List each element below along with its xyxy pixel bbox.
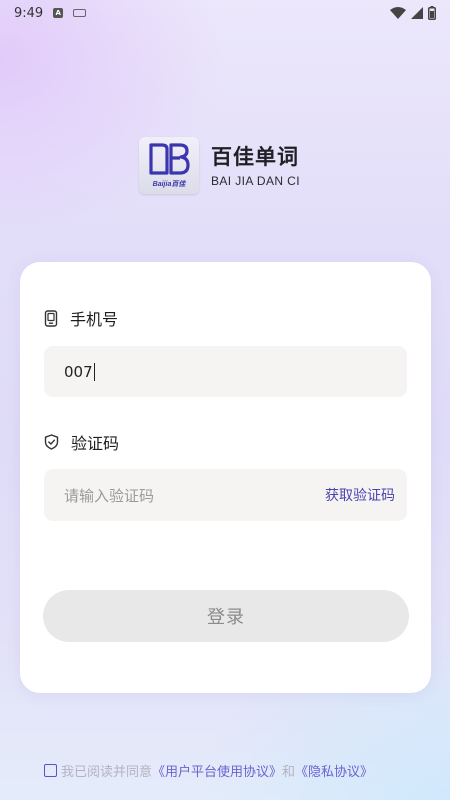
phone-label-text: 手机号 [70, 310, 119, 329]
app-title-en: BAI JIA DAN CI [211, 173, 300, 188]
code-input[interactable]: 请输入验证码 获取验证码 [44, 469, 407, 521]
status-bar: 9:49 A [0, 0, 450, 26]
code-input-placeholder[interactable]: 请输入验证码 [64, 485, 325, 506]
text-caret [93, 362, 96, 381]
agreement-prefix: 我已阅读并同意 [61, 765, 153, 780]
status-left: 9:49 A [14, 5, 87, 21]
phone-label: 手机号 [44, 306, 118, 330]
get-code-button[interactable]: 获取验证码 [325, 485, 395, 505]
keyboard-icon [73, 9, 87, 17]
logo-text: 百佳单词 BAI JIA DAN CI [211, 144, 300, 188]
agreement-and: 和 [282, 765, 296, 780]
code-label: 验证码 [44, 430, 119, 454]
phone-icon [44, 309, 58, 327]
app-logo: Baijia百佳 百佳单词 BAI JIA DAN CI [139, 137, 300, 194]
phone-input-value[interactable]: 007 [64, 363, 93, 381]
status-right [390, 6, 436, 20]
privacy-link[interactable]: 《隐私协议》 [295, 761, 373, 780]
status-time: 9:49 [14, 5, 44, 21]
code-label-text: 验证码 [71, 434, 120, 453]
battery-icon [428, 6, 436, 20]
agreement-checkbox[interactable] [44, 764, 57, 777]
login-card: 手机号 007 验证码 请输入验证码 获取验证码 登录 [20, 262, 431, 693]
login-button[interactable]: 登录 [43, 590, 409, 642]
book-logo-icon [149, 143, 190, 175]
app-title-cn: 百佳单词 [211, 144, 299, 169]
notification-a-icon: A [53, 8, 64, 18]
signal-icon [411, 7, 423, 19]
wifi-icon [390, 7, 406, 19]
phone-input[interactable]: 007 [44, 346, 407, 397]
user-agreement-link[interactable]: 《用户平台使用协议》 [152, 761, 282, 780]
logo-badge: Baijia百佳 [139, 137, 199, 194]
shield-check-icon [44, 434, 59, 450]
logo-badge-text: Baijia百佳 [152, 181, 186, 188]
agreement-row: 我已阅读并同意 《用户平台使用协议》 和 《隐私协议》 [44, 761, 373, 780]
